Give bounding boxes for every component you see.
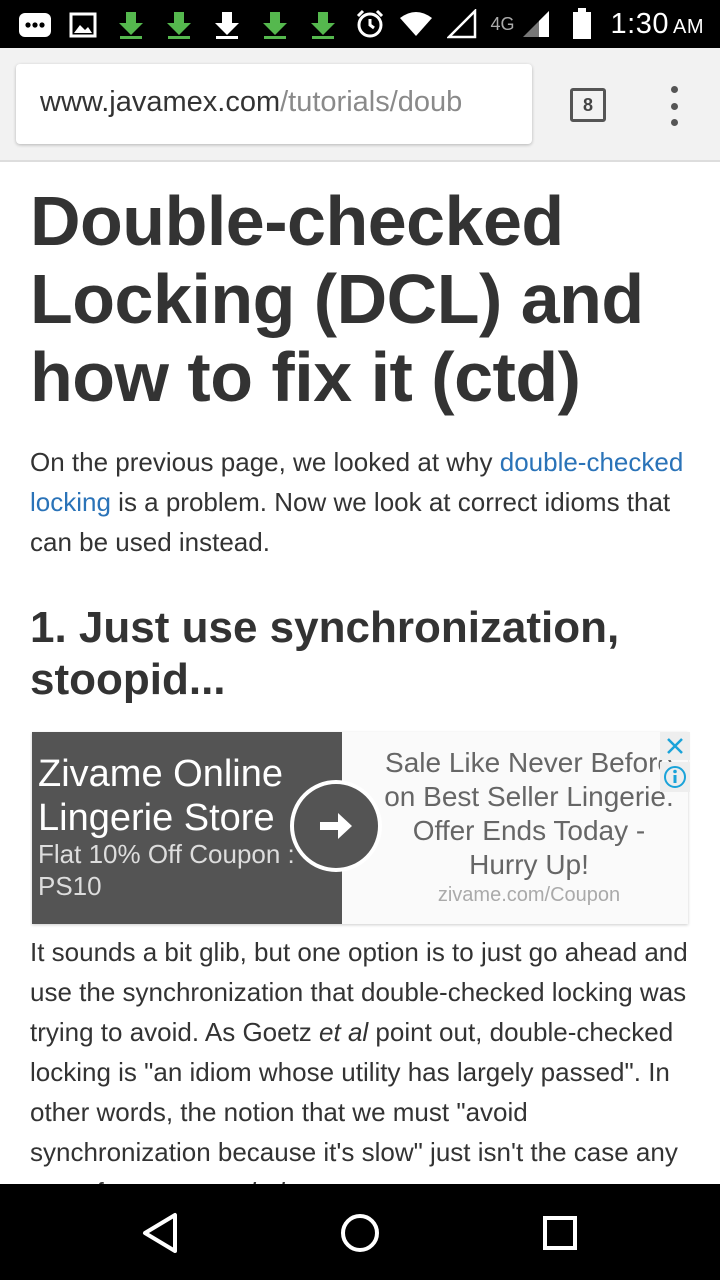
system-icons: 4G 1:30 AM [353, 0, 704, 48]
browser-toolbar: www.javamex.com/tutorials/doub 8 [0, 48, 720, 162]
url-host: www.javamex.com [40, 86, 281, 118]
overflow-menu-icon[interactable] [662, 86, 686, 126]
ad-description: Sale Like Never Before on Best Seller Li… [384, 747, 674, 880]
section-heading: 1. Just use synchronization, stoopid... [30, 603, 620, 704]
url-text[interactable]: www.javamex.com/tutorials/doub [40, 86, 462, 119]
ad-display-url[interactable]: zivame.com/Coupon [384, 884, 674, 907]
clock: 1:30 AM [611, 8, 704, 41]
wifi-icon [399, 7, 433, 41]
back-icon[interactable] [135, 1208, 185, 1258]
image-icon [66, 8, 100, 42]
tab-count: 8 [582, 94, 593, 115]
arrow-right-icon[interactable] [290, 780, 382, 872]
alarm-icon [353, 7, 387, 41]
close-icon[interactable] [660, 732, 690, 760]
network-type-label: 4G [490, 13, 515, 34]
intro-text: On the previous page, we looked at why [30, 447, 500, 477]
body-emphasis: et al [319, 1017, 369, 1047]
tab-switcher-button[interactable]: 8 [570, 88, 606, 122]
page-content[interactable]: Double-checked Locking (DCL) and how to … [30, 160, 700, 1184]
download-icon [306, 8, 340, 42]
body-emphasis-uncontended: uncontended [134, 1177, 284, 1184]
ad-subtitle: Flat 10% Off Coupon : PS10 [38, 839, 295, 901]
download-icon [258, 8, 292, 42]
status-bar: 4G 1:30 AM [0, 0, 720, 48]
clock-time: 1:30 [610, 7, 669, 40]
intro-text-end: is a problem. Now we look at correct idi… [30, 487, 671, 557]
body-paragraph: It sounds a bit glib, but one option is … [30, 932, 700, 1184]
url-bar[interactable]: www.javamex.com/tutorials/doub [16, 64, 532, 144]
adchoices-info-icon[interactable] [660, 762, 690, 792]
battery-icon [565, 7, 599, 41]
signal-icon [445, 7, 479, 41]
navigation-bar [0, 1184, 720, 1280]
more-notifications-icon [18, 8, 52, 42]
recent-apps-icon[interactable] [535, 1208, 585, 1258]
page-title: Double-checked Locking (DCL) and how to … [30, 182, 644, 416]
home-icon[interactable] [335, 1208, 385, 1258]
url-path: /tutorials/doub [280, 86, 463, 118]
ad-banner[interactable]: Zivame Online Lingerie Store Flat 10% Of… [32, 732, 690, 924]
clock-ampm: AM [673, 15, 704, 38]
download-icon [114, 8, 148, 42]
ad-right-panel[interactable]: Sale Like Never Before on Best Seller Li… [384, 746, 674, 907]
signal-icon [519, 7, 553, 41]
notification-icons [18, 8, 340, 42]
intro-paragraph: On the previous page, we looked at why d… [30, 442, 700, 562]
download-icon [162, 8, 196, 42]
download-icon [210, 8, 244, 42]
